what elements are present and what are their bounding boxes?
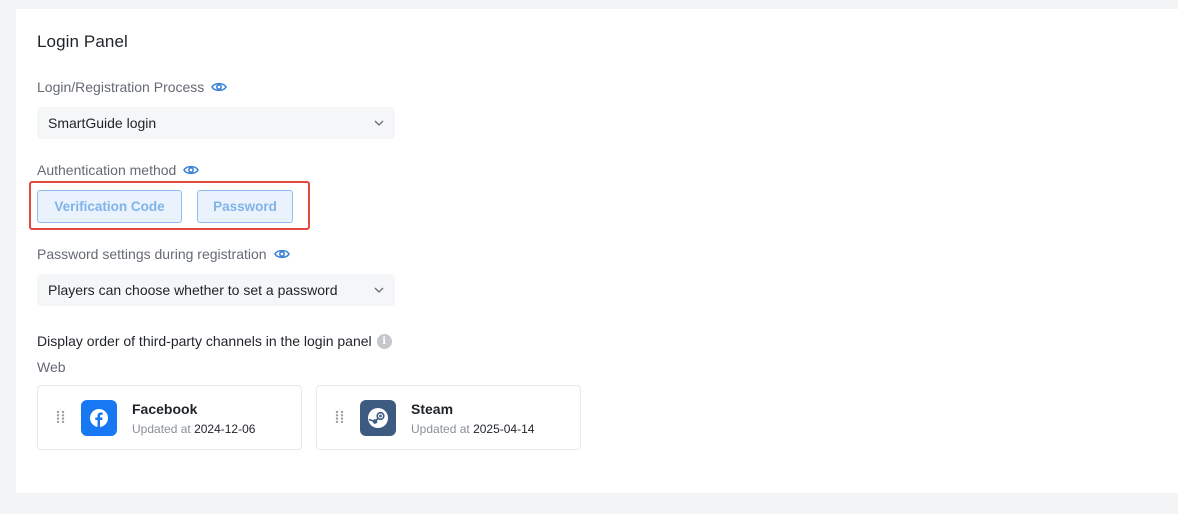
channel-name: Facebook (132, 401, 198, 417)
channel-name: Steam (411, 401, 454, 417)
login-panel: Login Panel Login/Registration Process S… (16, 9, 1178, 493)
channel-card-steam[interactable]: Steam Updated at 2025-04-14 (316, 385, 581, 450)
updated-prefix: Updated at (411, 422, 470, 436)
channel-date: 2025-04-14 (473, 422, 535, 436)
password-settings-value: Players can choose whether to set a pass… (48, 282, 338, 298)
auth-option-password[interactable]: Password (197, 190, 293, 223)
password-settings-select[interactable]: Players can choose whether to set a pass… (37, 274, 395, 306)
eye-icon[interactable] (273, 248, 290, 260)
info-icon[interactable]: i (376, 333, 392, 349)
auth-method-label-text: Authentication method (37, 162, 177, 178)
password-settings-label-text: Password settings during registration (37, 246, 267, 262)
third-party-label-text: Display order of third-party channels in… (37, 333, 372, 349)
third-party-label: Display order of third-party channels in… (37, 333, 392, 349)
auth-method-label: Authentication method (37, 162, 200, 178)
login-process-label-text: Login/Registration Process (37, 79, 205, 95)
facebook-icon (81, 400, 117, 436)
updated-prefix: Updated at (132, 422, 191, 436)
drag-handle-icon[interactable] (335, 410, 344, 429)
login-process-value: SmartGuide login (48, 115, 157, 131)
chevron-down-icon (374, 287, 384, 293)
eye-icon[interactable] (183, 164, 200, 176)
login-process-select[interactable]: SmartGuide login (37, 107, 395, 139)
channel-card-facebook[interactable]: Facebook Updated at 2024-12-06 (37, 385, 302, 450)
channel-updated: Updated at 2024-12-06 (132, 422, 255, 436)
page-title: Login Panel (37, 32, 128, 51)
platform-label: Web (37, 359, 66, 375)
drag-handle-icon[interactable] (56, 410, 65, 429)
password-settings-label: Password settings during registration (37, 246, 290, 262)
login-process-label: Login/Registration Process (37, 79, 228, 95)
eye-icon[interactable] (211, 81, 228, 93)
auth-option-verification-code[interactable]: Verification Code (37, 190, 182, 223)
channel-date: 2024-12-06 (194, 422, 256, 436)
channel-updated: Updated at 2025-04-14 (411, 422, 534, 436)
steam-icon (360, 400, 396, 436)
chevron-down-icon (374, 120, 384, 126)
